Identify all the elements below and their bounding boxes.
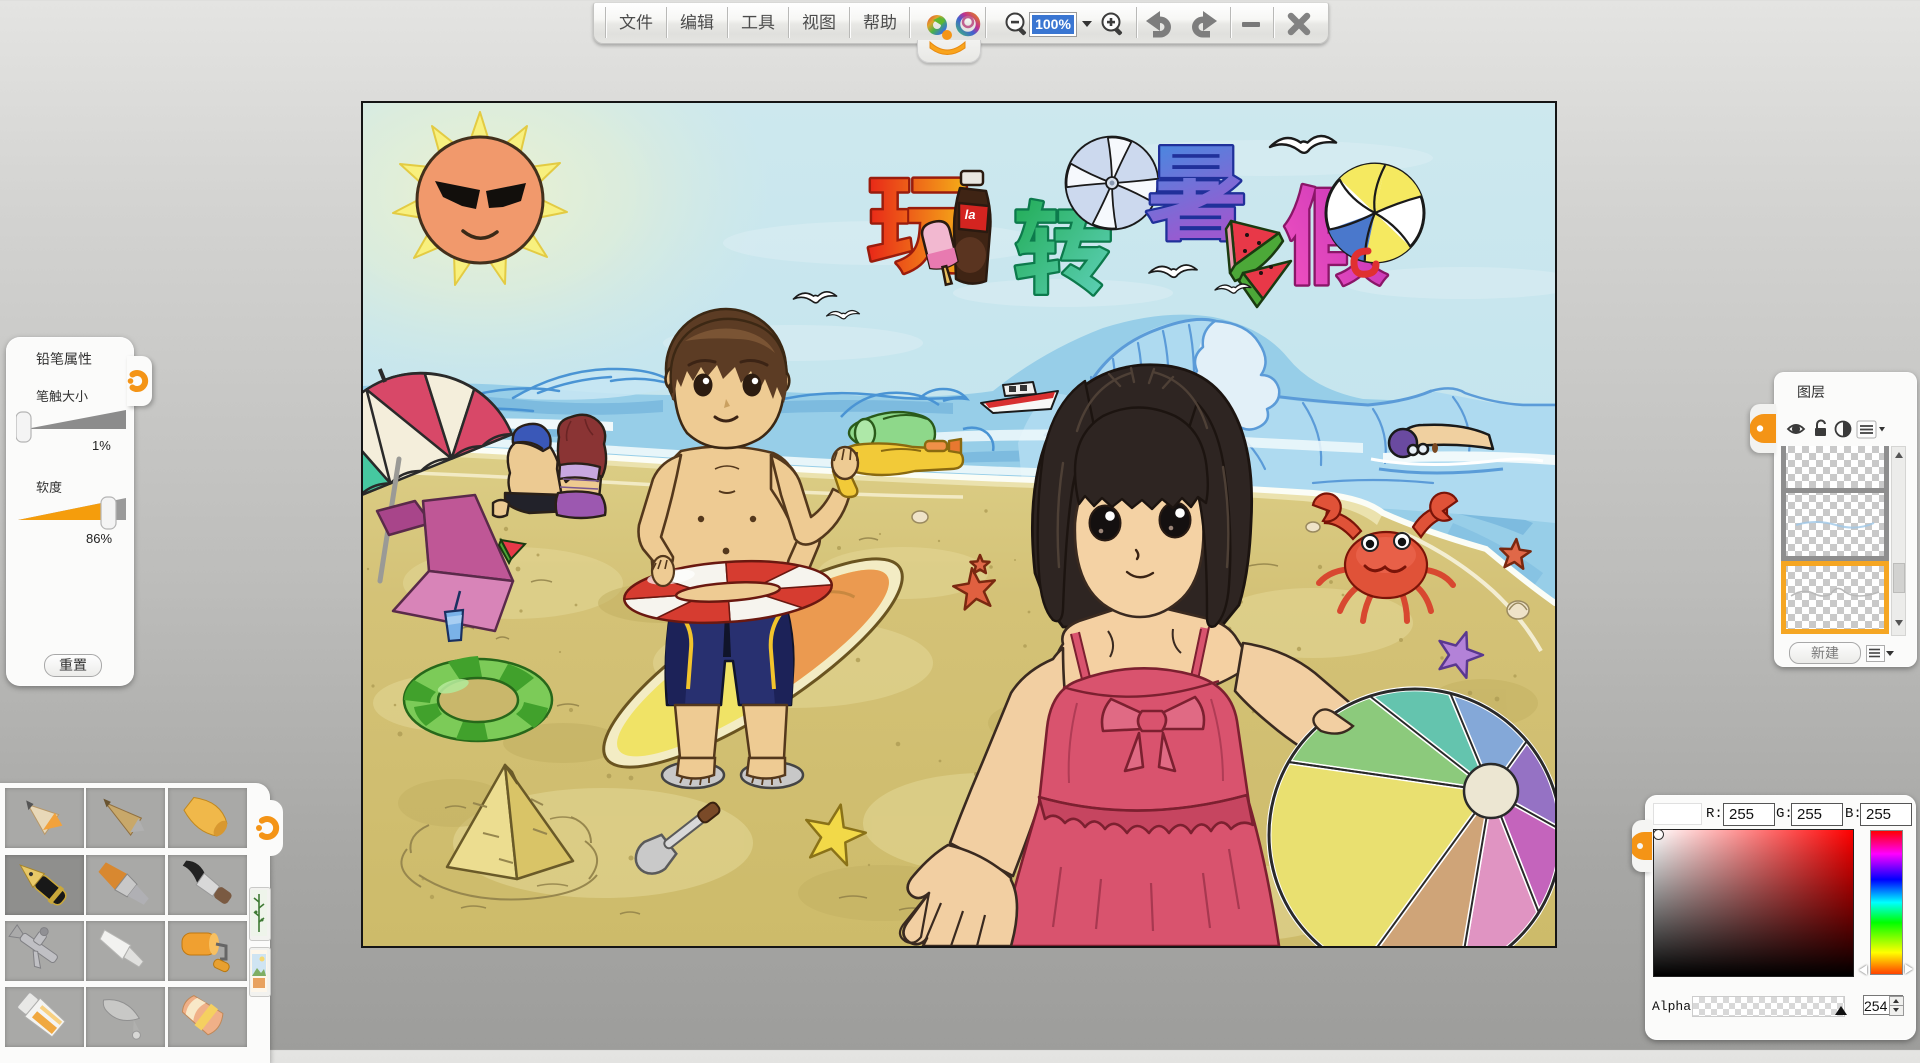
svg-text:la: la bbox=[965, 207, 976, 222]
